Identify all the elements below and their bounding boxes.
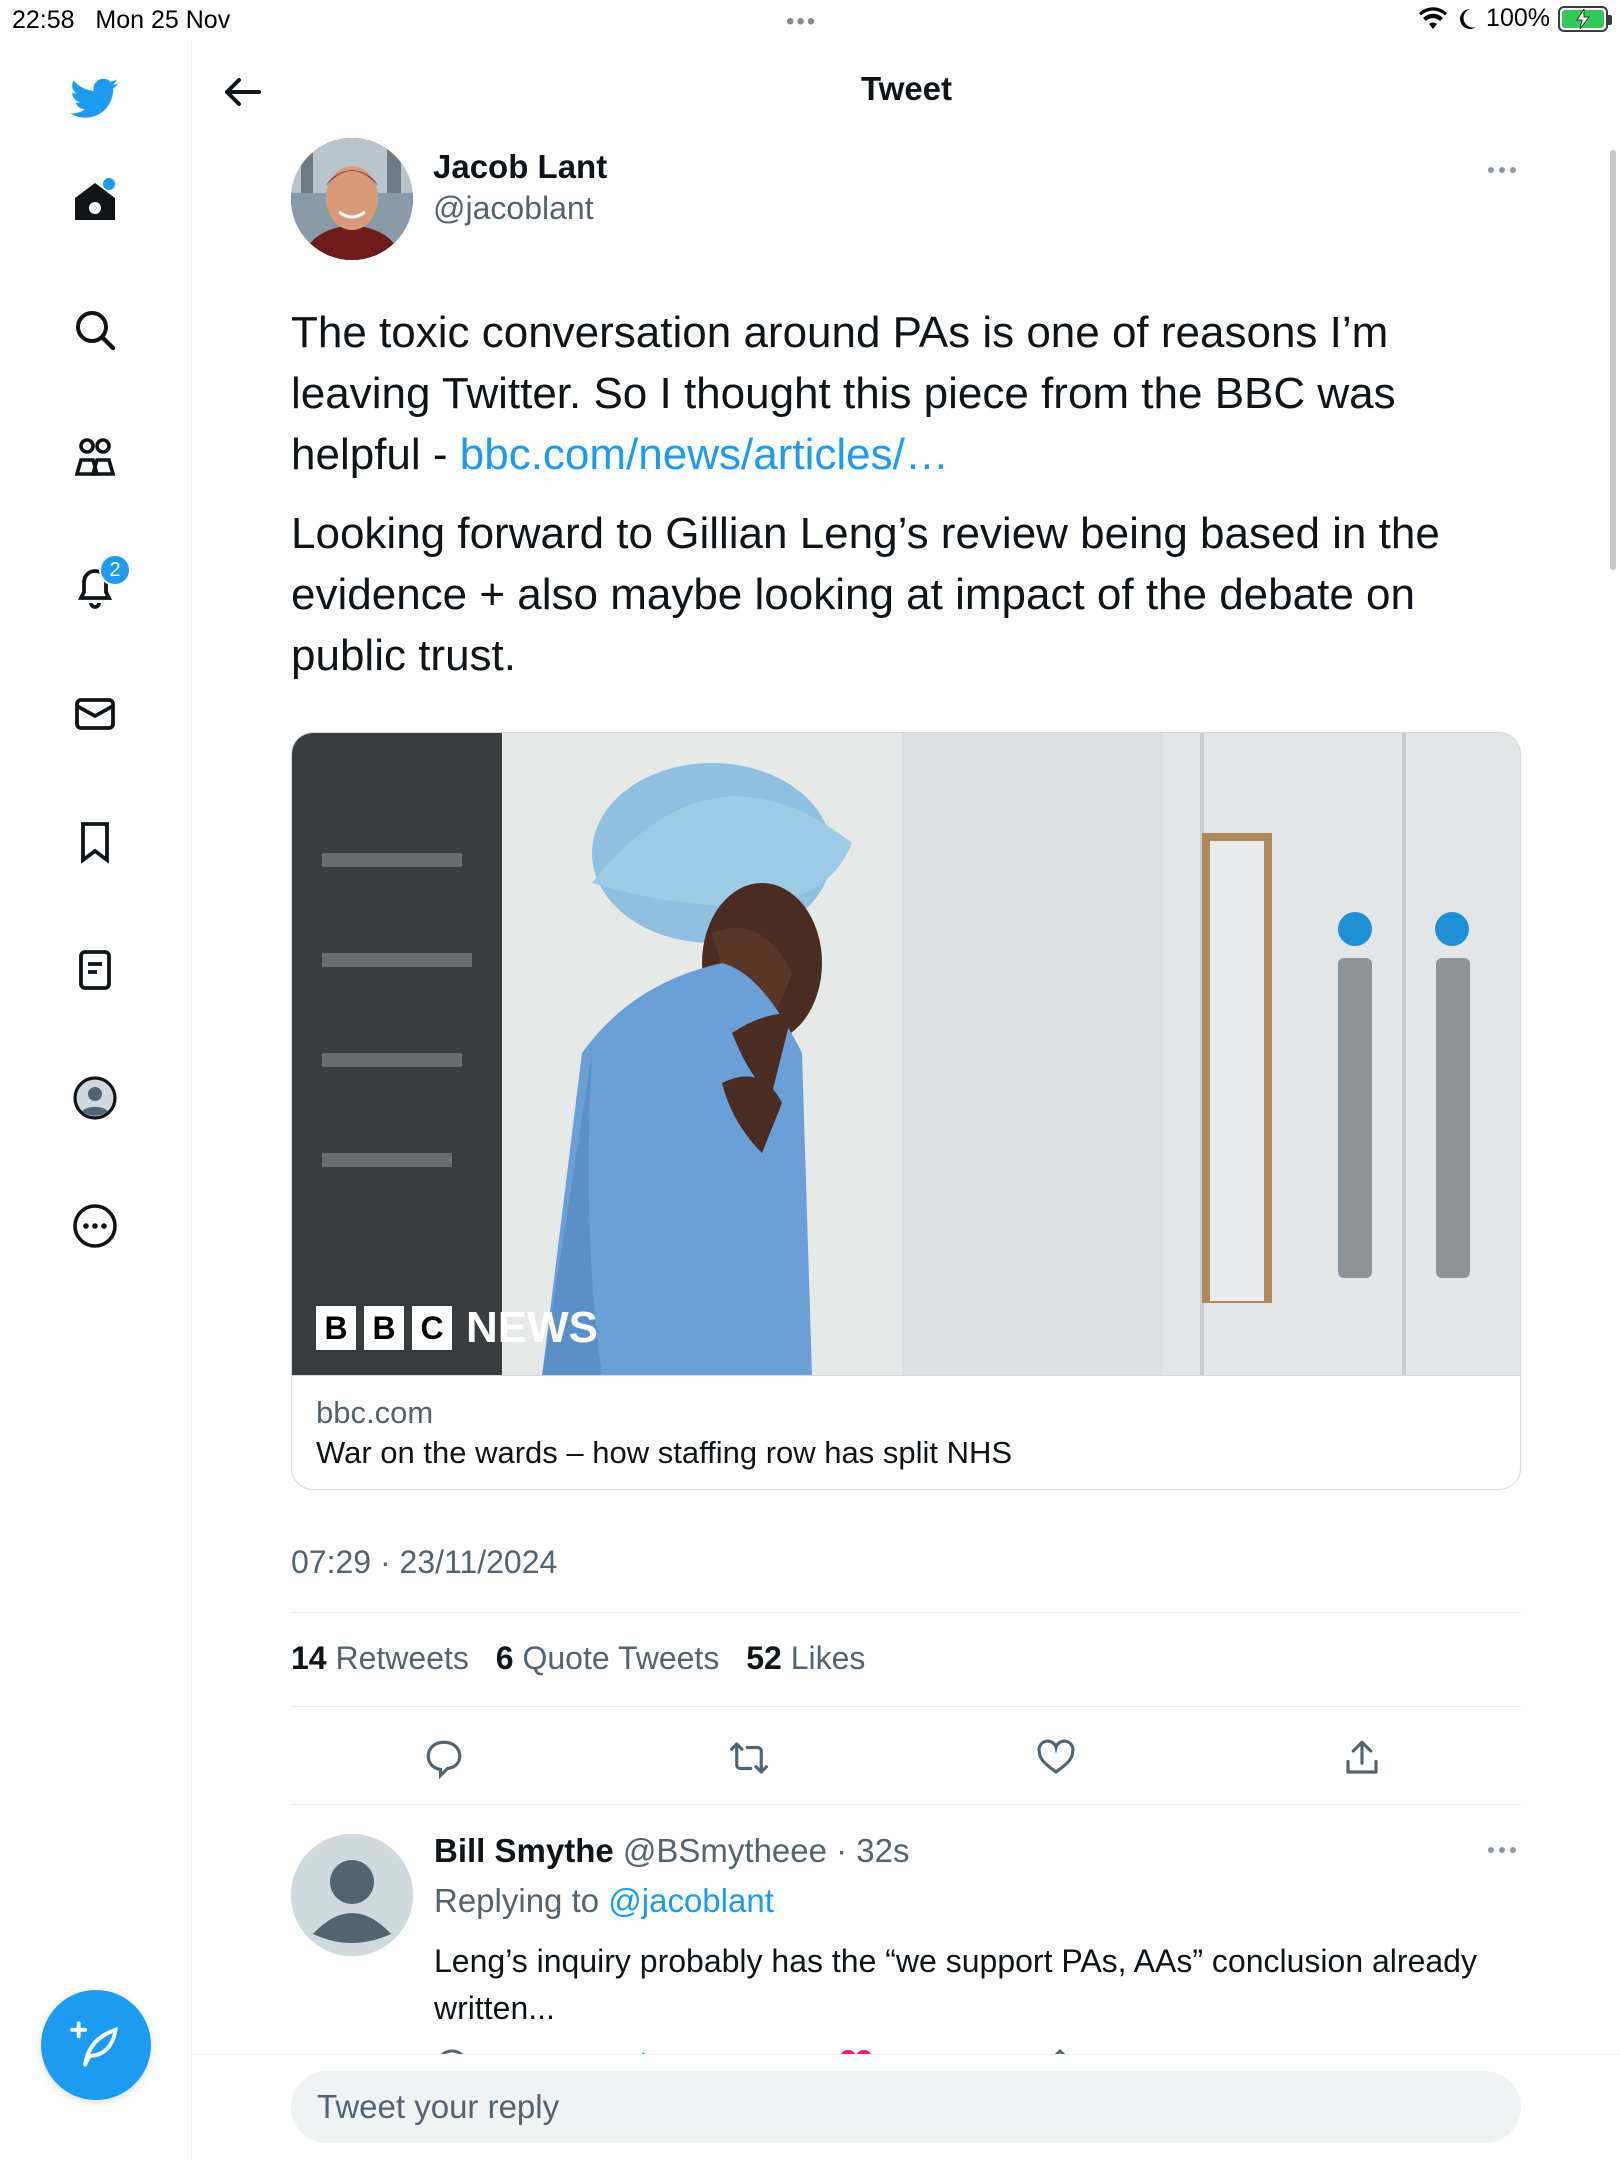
divider [291, 1706, 1521, 1707]
reply-author-name[interactable]: Bill Smythe [434, 1832, 614, 1869]
profile-icon [73, 1076, 117, 1120]
like-button[interactable] [1028, 1730, 1084, 1786]
bbc-news-logo: B B C NEWS [316, 1303, 598, 1353]
share-icon [1346, 1740, 1378, 1774]
notifications-badge: 2 [99, 554, 131, 586]
nav-lists[interactable] [63, 938, 127, 1002]
nav-communities[interactable] [63, 426, 127, 490]
likes-stat[interactable]: 52 Likes [746, 1640, 865, 1676]
divider [291, 1612, 1521, 1613]
compose-tweet-button[interactable] [41, 1990, 151, 2100]
card-title: War on the wards – how staffing row has … [316, 1435, 1013, 1470]
tweet-link[interactable]: bbc.com/news/articles/… [460, 430, 949, 479]
retweet-icon [729, 1742, 769, 1774]
reply-avatar[interactable] [291, 1834, 413, 1956]
divider [291, 1804, 1521, 1805]
reply-button[interactable] [416, 1730, 472, 1786]
twitter-logo-icon[interactable] [63, 66, 127, 130]
nav-home[interactable] [63, 170, 127, 234]
retweet-button[interactable] [721, 1730, 777, 1786]
battery-percent: 100% [1486, 4, 1550, 32]
nav-profile[interactable] [63, 1066, 127, 1130]
page-header: Tweet [193, 40, 1620, 140]
page-title: Tweet [860, 70, 953, 107]
more-icon [73, 1204, 117, 1248]
tweet-paragraph-1: The toxic conversation around PAs is one… [291, 308, 1396, 479]
communities-icon [74, 438, 116, 476]
tweet-text: The toxic conversation around PAs is one… [291, 302, 1521, 704]
nav-more[interactable] [63, 1194, 127, 1258]
reply-header: Bill Smythe @BSmytheee · 32s [434, 1832, 910, 1870]
bookmarks-icon [81, 822, 109, 864]
side-nav: 2 [0, 40, 192, 2160]
tweet-stats: 14 Retweets 6 Quote Tweets 52 Likes [291, 1640, 883, 1677]
status-right: 100% [1418, 4, 1612, 33]
tweet-paragraph-2: Looking forward to Gillian Leng’s review… [291, 509, 1440, 680]
scrollbar[interactable] [1610, 150, 1616, 570]
card-domain: bbc.com [316, 1395, 434, 1430]
share-button[interactable] [1334, 1730, 1390, 1786]
nav-explore[interactable] [63, 298, 127, 362]
lists-icon [79, 950, 111, 990]
nav-bookmarks[interactable] [63, 810, 127, 874]
reply-more-options-icon[interactable] [1488, 1840, 1528, 1860]
wifi-icon [1419, 6, 1448, 29]
quote-tweets-stat[interactable]: 6 Quote Tweets [496, 1640, 720, 1676]
author-avatar[interactable] [291, 138, 413, 260]
reply-composer-bar [193, 2054, 1620, 2160]
author-name[interactable]: Jacob Lant [433, 148, 607, 186]
link-preview-card[interactable]: B B C NEWS bbc.com War on the wards – ho… [291, 732, 1521, 1490]
tweet-timestamp[interactable]: 07:29 · 23/11/2024 [291, 1544, 557, 1581]
reply-input[interactable] [291, 2071, 1521, 2143]
moon-icon [1460, 8, 1477, 29]
new-content-dot [103, 178, 115, 190]
replying-to-handle[interactable]: @jacoblant [608, 1882, 774, 1919]
reply-handle-time[interactable]: @BSmytheee · 32s [623, 1832, 910, 1869]
replying-to: Replying to @jacoblant [434, 1882, 774, 1919]
messages-icon [75, 698, 115, 730]
heart-icon [1037, 1739, 1075, 1774]
reply-icon [426, 1740, 462, 1779]
nav-notifications[interactable]: 2 [63, 554, 131, 618]
nav-messages[interactable] [63, 682, 127, 746]
card-image: B B C NEWS [292, 733, 1520, 1376]
reply-text: Leng’s inquiry probably has the “we supp… [434, 1943, 1477, 2026]
multitasking-dots[interactable]: ••• [786, 8, 817, 36]
status-bar: 22:58 Mon 25 Nov ••• 100% [0, 0, 1620, 40]
battery-icon [1558, 5, 1612, 32]
tweet-actions [291, 1730, 1521, 1786]
compose-feather-icon [70, 2021, 118, 2067]
search-icon [76, 311, 116, 351]
status-time: 22:58 Mon 25 Nov [12, 6, 231, 34]
tweet-more-options-icon[interactable] [1488, 160, 1528, 180]
retweets-stat[interactable]: 14 Retweets [291, 1640, 469, 1676]
author-handle[interactable]: @jacoblant [433, 190, 594, 227]
